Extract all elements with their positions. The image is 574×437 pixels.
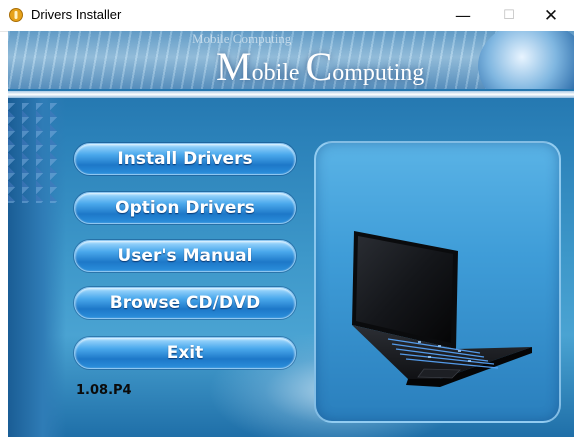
minimize-icon: — (455, 6, 471, 25)
users-manual-button[interactable]: User's Manual (74, 240, 296, 272)
maximize-icon: ☐ (503, 8, 515, 23)
title-bar: Drivers Installer — ☐ ✕ (0, 0, 574, 32)
close-icon: ✕ (543, 5, 559, 26)
laptop-image (352, 231, 532, 387)
left-mosaic-graphic (8, 103, 60, 203)
installer-client-area: Mobile Computing Mobile Computing Instal… (8, 31, 574, 437)
globe-graphic (478, 31, 574, 89)
banner-title-cap-m: M (216, 44, 252, 89)
install-drivers-button[interactable]: Install Drivers (74, 143, 296, 175)
banner-title-cap-c: C (305, 44, 333, 89)
banner-title: Mobile Computing (216, 43, 424, 89)
version-label: 1.08.P4 (76, 383, 132, 398)
exit-button[interactable]: Exit (74, 337, 296, 369)
option-drivers-button[interactable]: Option Drivers (74, 192, 296, 224)
header-banner: Mobile Computing Mobile Computing (8, 31, 574, 89)
browse-cd-dvd-button[interactable]: Browse CD/DVD (74, 287, 296, 319)
window-title: Drivers Installer (31, 7, 122, 22)
banner-divider (8, 91, 574, 98)
minimize-button[interactable]: — (440, 0, 486, 31)
banner-title-rest-1: obile (251, 60, 306, 86)
banner-title-rest-2: omputing (332, 60, 425, 86)
app-icon (9, 8, 23, 22)
maximize-button[interactable]: ☐ (486, 0, 532, 31)
close-button[interactable]: ✕ (528, 0, 574, 31)
